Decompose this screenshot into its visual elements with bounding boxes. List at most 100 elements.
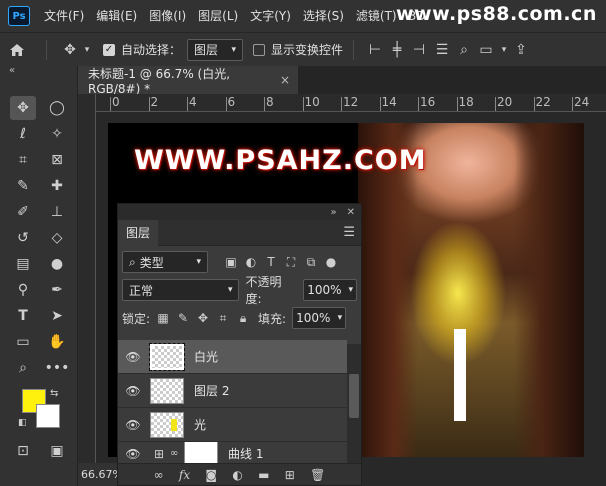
distribute-icon[interactable]: ☰ [430, 42, 454, 58]
panel-menu-icon[interactable]: ☰ [343, 225, 355, 240]
new-layer-icon[interactable]: ⊞ [285, 468, 295, 482]
frame-icon[interactable]: ⊠ [44, 148, 70, 172]
default-colors-icon[interactable]: ◧ [18, 418, 27, 428]
crop-icon[interactable]: ⌗ [10, 148, 36, 172]
filter-toggle-icon[interactable]: ● [324, 255, 338, 269]
blur-icon[interactable]: ● [44, 252, 70, 276]
marquee-icon[interactable]: ◯ [44, 96, 70, 120]
dodge-icon[interactable]: ⚲ [10, 278, 36, 302]
eyedropper-icon[interactable]: ✎ [10, 174, 36, 198]
layer-row[interactable]: 👁︎ 白光 [118, 340, 347, 374]
screen-mode-icon[interactable]: ▣ [44, 439, 70, 463]
quick-mask-icon[interactable]: ⊡ [10, 439, 36, 463]
layer-row[interactable]: 👁︎ 图层 2 [118, 374, 347, 408]
zoom-icon[interactable]: ⌕ [10, 356, 36, 380]
close-icon[interactable]: × [280, 73, 290, 87]
shape-filter-icon[interactable]: ⛶ [284, 255, 298, 269]
show-transform-checkbox[interactable] [253, 43, 266, 56]
lock-transparency-icon[interactable]: ▦ [156, 311, 170, 325]
auto-select-target-dropdown[interactable]: 图层 ▾ [187, 38, 244, 61]
fx-icon[interactable]: fx [179, 468, 190, 482]
tab-layers[interactable]: 图层 [118, 219, 159, 246]
layer-name[interactable]: 图层 2 [194, 382, 229, 399]
layer-name[interactable]: 曲线 1 [228, 445, 263, 462]
lock-pixels-icon[interactable]: ✎ [176, 311, 190, 325]
menu-image[interactable]: 图像(I) [143, 0, 192, 32]
type-filter-icon[interactable]: T [264, 255, 278, 269]
layer-name[interactable]: 光 [194, 416, 206, 433]
hand-icon[interactable]: ✋ [44, 330, 70, 354]
layer-name[interactable]: 白光 [194, 348, 218, 365]
blend-mode-dropdown[interactable]: 正常 ▾ [122, 279, 240, 301]
chevron-down-icon: ▾ [196, 257, 201, 267]
opacity-input[interactable]: 100% ▾ [303, 279, 358, 301]
collapse-icon[interactable]: » [330, 207, 336, 218]
brush-icon[interactable]: ✐ [10, 200, 36, 224]
move-icon[interactable]: ✥ [10, 96, 36, 120]
align-center-icon[interactable]: ╪ [386, 42, 408, 58]
collapse-icon[interactable]: « [9, 65, 15, 76]
workspace-icon[interactable]: ▭ [474, 42, 498, 58]
stamp-icon[interactable]: ⊥ [44, 200, 70, 224]
chevron-down-icon[interactable]: ▾ [498, 45, 510, 55]
chevron-down-icon[interactable]: ▾ [81, 45, 93, 55]
history-brush-icon[interactable]: ↺ [10, 226, 36, 250]
close-icon[interactable]: ✕ [347, 207, 355, 218]
healing-icon[interactable]: ✚ [44, 174, 70, 198]
eye-icon[interactable]: 👁︎ [118, 418, 148, 432]
align-left-icon[interactable]: ⊢ [364, 42, 386, 58]
path-select-icon[interactable]: ➤ [44, 304, 70, 328]
search-icon[interactable]: ⌕ [454, 42, 474, 58]
move-tool-preset-icon[interactable]: ✥ [59, 42, 81, 58]
eye-icon[interactable]: 👁︎ [118, 350, 148, 364]
align-right-icon[interactable]: ⊣ [408, 42, 430, 58]
trash-icon[interactable]: 🗑︎ [310, 468, 325, 482]
eye-icon[interactable]: 👁︎ [118, 384, 148, 398]
canvas-headline: WWW.PSAHZ.COM [134, 145, 427, 176]
fill-input[interactable]: 100% ▾ [292, 307, 347, 329]
gradient-icon[interactable]: ▤ [10, 252, 36, 276]
folder-icon[interactable]: ▬ [258, 468, 269, 482]
type-icon[interactable]: T [10, 304, 36, 328]
background-color-swatch[interactable] [36, 404, 60, 428]
layer-thumbnail[interactable] [150, 411, 184, 438]
menu-select[interactable]: 选择(S) [297, 0, 350, 32]
ruler-tick [495, 97, 496, 111]
lock-all-icon[interactable]: 🔒︎ [236, 311, 250, 325]
horizontal-ruler[interactable]: 0 2 4 6 8 10 12 14 16 18 20 22 24 [96, 94, 606, 112]
swap-colors-icon[interactable]: ⇆ [50, 388, 58, 399]
link-icon[interactable]: ∞ [154, 468, 164, 482]
lock-position-icon[interactable]: ✥ [196, 311, 210, 325]
lasso-icon[interactable]: ℓ [10, 122, 36, 146]
home-icon[interactable] [0, 35, 34, 65]
layers-scrollbar[interactable] [347, 344, 361, 466]
vertical-ruler[interactable] [78, 94, 96, 486]
layer-thumbnail[interactable] [149, 342, 185, 371]
mask-icon[interactable]: ◙ [205, 468, 217, 482]
menu-layer[interactable]: 图层(L) [192, 0, 244, 32]
image-filter-icon[interactable]: ▣ [224, 255, 238, 269]
auto-select-checkbox[interactable]: ✓ [103, 43, 115, 56]
adjustment-filter-icon[interactable]: ◐ [244, 255, 258, 269]
scrollbar-thumb[interactable] [349, 374, 359, 418]
adjustment-icon[interactable]: ◐ [232, 468, 242, 482]
menu-filter[interactable]: 滤镜(T) [350, 0, 403, 32]
filter-kind-dropdown[interactable]: ⌕ 类型 ▾ [122, 251, 208, 273]
lock-artboard-icon[interactable]: ⌗ [216, 311, 230, 325]
eraser-icon[interactable]: ◇ [44, 226, 70, 250]
rectangle-icon[interactable]: ▭ [10, 330, 36, 354]
share-icon[interactable]: ⇪ [510, 42, 532, 58]
layer-row[interactable]: 👁︎ 光 [118, 408, 347, 442]
zoom-readout[interactable]: 66.67% [78, 463, 123, 486]
menu-type[interactable]: 文字(Y) [244, 0, 297, 32]
menu-edit[interactable]: 编辑(E) [90, 0, 143, 32]
layer-thumbnail[interactable] [150, 377, 184, 404]
magic-wand-icon[interactable]: ✧ [44, 122, 70, 146]
smart-object-filter-icon[interactable]: ⧉ [304, 255, 318, 269]
ruler-tick-label: 4 [189, 95, 197, 109]
pen-icon[interactable]: ✒ [44, 278, 70, 302]
eye-icon[interactable]: 👁︎ [118, 447, 148, 461]
more-icon[interactable]: ••• [44, 356, 70, 380]
document-tab[interactable]: 未标题-1 @ 66.7% (白光, RGB/8#) * × [78, 66, 298, 96]
menu-file[interactable]: 文件(F) [38, 0, 90, 32]
